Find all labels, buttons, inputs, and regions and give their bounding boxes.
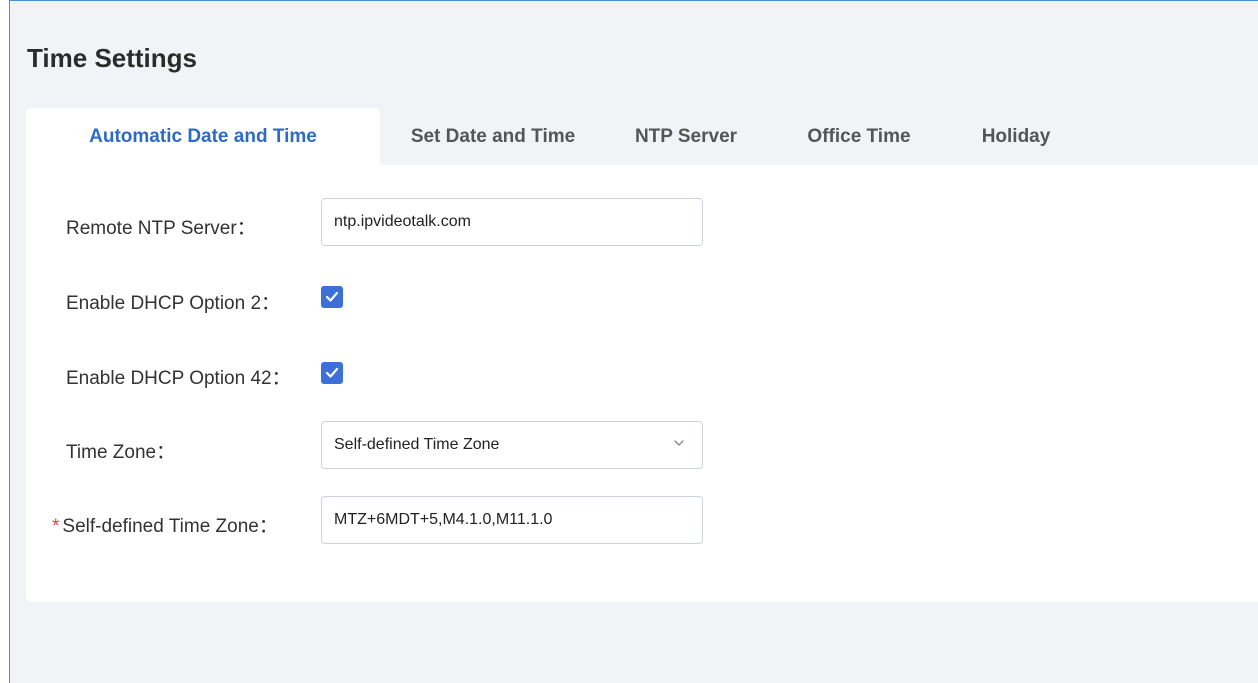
tab-office-time[interactable]: Office Time — [766, 108, 952, 165]
dhcp-option-2-label: Enable DHCP Option 2： — [66, 293, 281, 314]
dhcp-option-42-label: Enable DHCP Option 42： — [66, 368, 291, 389]
remote-ntp-server-label: Remote NTP Server： — [66, 218, 256, 239]
required-marker: * — [52, 516, 60, 537]
page-title: Time Settings — [27, 43, 198, 73]
time-zone-select[interactable]: Self-defined Time Zone — [321, 421, 703, 469]
dhcp-option-2-checkbox[interactable] — [321, 286, 343, 308]
self-defined-time-zone-label: * Self-defined Time Zone： — [52, 511, 278, 538]
self-defined-time-zone-input[interactable]: MTZ+6MDT+5,M4.1.0,M11.1.0 — [321, 496, 703, 544]
chevron-down-icon — [674, 440, 684, 446]
settings-frame: Time Settings Automatic Date and Time Se… — [9, 0, 1258, 683]
remote-ntp-server-value: ntp.ipvideotalk.com — [334, 213, 471, 230]
check-icon — [325, 291, 339, 302]
self-defined-time-zone-label-text: Self-defined Time Zone： — [62, 516, 278, 537]
self-defined-time-zone-value: MTZ+6MDT+5,M4.1.0,M11.1.0 — [334, 511, 553, 528]
tab-set-date-and-time[interactable]: Set Date and Time — [380, 108, 606, 165]
remote-ntp-server-input[interactable]: ntp.ipvideotalk.com — [321, 198, 703, 246]
time-zone-selected: Self-defined Time Zone — [334, 436, 500, 453]
check-icon — [325, 367, 339, 378]
tab-holiday[interactable]: Holiday — [952, 108, 1080, 165]
tab-automatic-date-and-time[interactable]: Automatic Date and Time — [26, 108, 380, 165]
tab-ntp-server[interactable]: NTP Server — [606, 108, 766, 165]
tab-bar: Automatic Date and Time Set Date and Tim… — [26, 108, 1258, 165]
dhcp-option-42-checkbox[interactable] — [321, 362, 343, 384]
settings-panel: Remote NTP Server： ntp.ipvideotalk.com E… — [26, 165, 1258, 602]
time-zone-label: Time Zone： — [66, 442, 176, 463]
